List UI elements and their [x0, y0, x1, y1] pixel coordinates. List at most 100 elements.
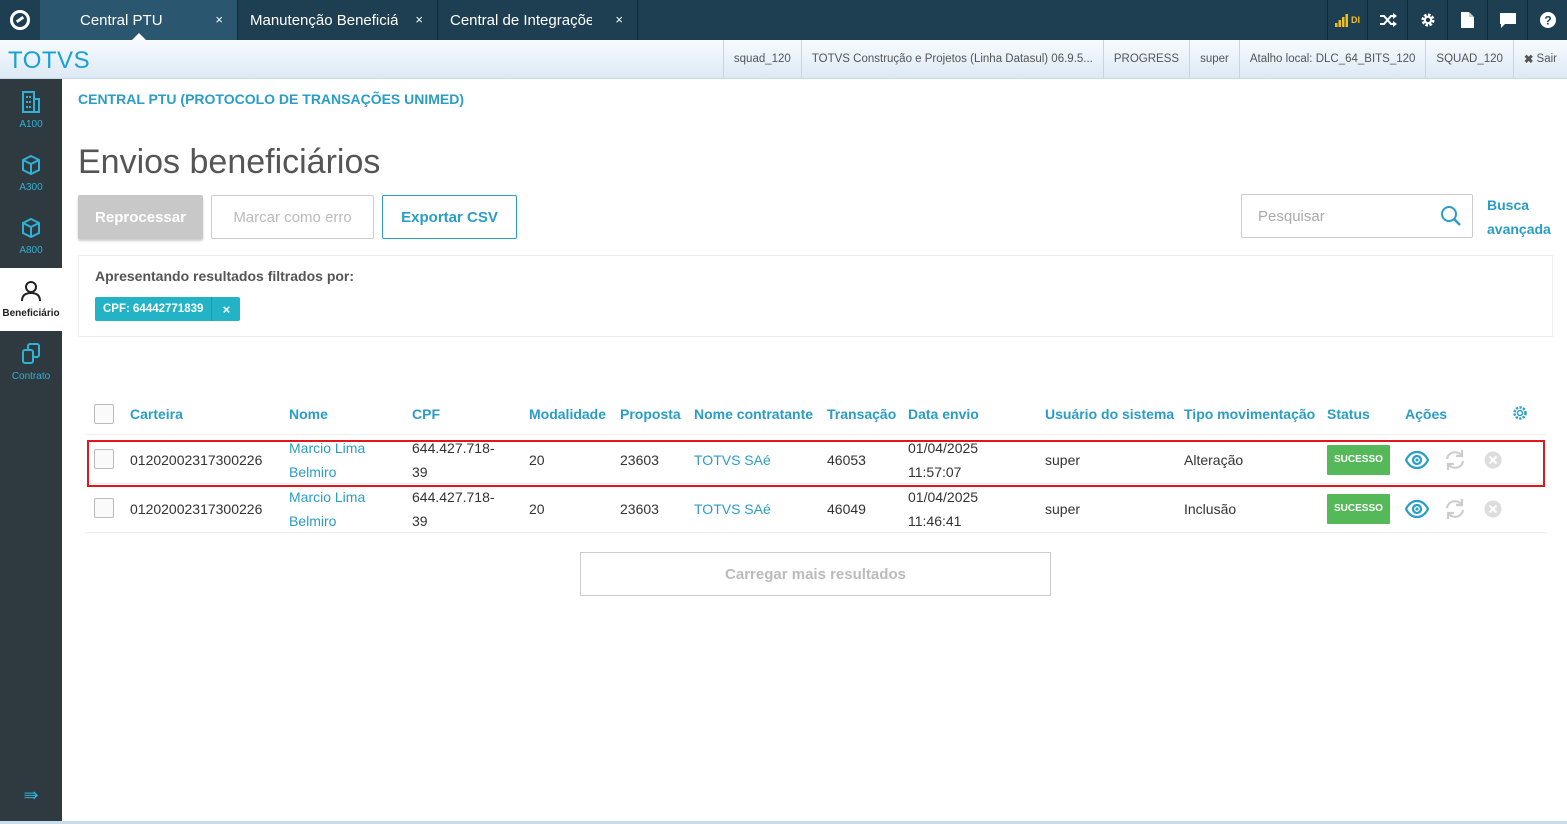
tab-central-integracoes[interactable]: Central de Integrações × — [438, 0, 638, 40]
export-csv-button[interactable]: Exportar CSV — [382, 195, 517, 239]
column-header[interactable]: CPF — [412, 406, 440, 422]
signal-text: DI — [1351, 15, 1360, 25]
close-icon[interactable]: × — [211, 297, 240, 321]
shuffle-icon[interactable] — [1367, 0, 1407, 40]
help-icon[interactable]: ? — [1527, 0, 1567, 40]
sidebar-item-a800[interactable]: A800 — [0, 205, 62, 268]
search-box — [1241, 194, 1473, 238]
table-row[interactable]: 01202002317300226 Marcio Lima Belmiro 64… — [86, 435, 1546, 484]
data-envio-date: 01/04/2025 — [908, 488, 979, 505]
search-input[interactable] — [1242, 195, 1422, 237]
top-tab-bar: Central PTU × Manutenção Beneficiá × Cen… — [0, 0, 1567, 40]
column-header[interactable]: Transação — [827, 406, 896, 422]
column-header[interactable]: Tipo movimentação — [1184, 406, 1315, 422]
nome-line-2: Belmiro — [289, 463, 337, 480]
tab-label: Manutenção Beneficiá — [250, 11, 399, 29]
brand-logo: TOTVS — [8, 47, 91, 74]
transacao-cell: 46049 — [827, 500, 866, 517]
modalidade-cell: 20 — [529, 451, 545, 468]
status-badge: SUCESSO — [1327, 444, 1390, 475]
close-icon[interactable]: × — [615, 12, 623, 27]
tab-label: Central PTU — [80, 11, 163, 29]
user-icon — [21, 281, 41, 302]
sidebar-item-label: A300 — [19, 182, 43, 193]
column-header[interactable]: Data envio — [908, 406, 979, 422]
column-header[interactable]: Nome contratante — [694, 406, 813, 422]
column-header[interactable]: Nome — [289, 406, 328, 422]
cpf-line-2: 39 — [412, 512, 428, 529]
tab-label: Central de Integrações — [450, 11, 592, 29]
cancel-icon[interactable] — [1483, 499, 1503, 519]
column-header[interactable]: Modalidade — [529, 406, 606, 422]
tab-central-ptu[interactable]: Central PTU × — [40, 0, 238, 40]
tab-manutencao-beneficiario[interactable]: Manutenção Beneficiá × — [238, 0, 438, 40]
filter-panel: Apresentando resultados filtrados por: C… — [78, 255, 1553, 337]
advanced-search-label-2: avançada — [1487, 221, 1551, 237]
document-icon[interactable] — [1447, 0, 1487, 40]
mark-error-button[interactable]: Marcar como erro — [211, 195, 374, 239]
cpf-cell: 644.427.718- 39 — [412, 435, 495, 484]
database-label: PROGRESS — [1102, 40, 1189, 78]
data-envio-cell: 01/04/2025 11:46:41 — [908, 484, 978, 533]
table-row[interactable]: 01202002317300226 Marcio Lima Belmiro 64… — [86, 484, 1546, 533]
eye-icon[interactable] — [1405, 497, 1429, 521]
contratante-link[interactable]: TOTVS SAé — [694, 484, 771, 533]
reprocess-button[interactable]: Reprocessar — [78, 195, 203, 239]
sidebar-item-a100[interactable]: A100 — [0, 79, 62, 142]
transacao-cell: 46053 — [827, 451, 866, 468]
select-all-checkbox[interactable] — [94, 404, 114, 424]
eye-icon[interactable] — [1405, 448, 1429, 472]
copy-icon — [22, 343, 40, 364]
data-envio-time: 11:46:41 — [908, 512, 962, 529]
nome-link[interactable]: Marcio Lima Belmiro — [289, 435, 365, 484]
reprocess-icon[interactable] — [1443, 448, 1467, 472]
close-icon: ✖ — [1523, 54, 1534, 66]
contratante-link[interactable]: TOTVS SAé — [694, 435, 771, 484]
advanced-search-link[interactable]: Busca avançada — [1487, 193, 1557, 241]
exit-button[interactable]: ✖ Sair — [1512, 40, 1567, 78]
reprocess-icon[interactable] — [1443, 497, 1467, 521]
gear-icon[interactable] — [1512, 405, 1528, 421]
sidebar-item-a300[interactable]: A300 — [0, 142, 62, 205]
sidebar-item-contrato[interactable]: Contrato — [0, 331, 62, 394]
svg-text:?: ? — [1544, 14, 1551, 28]
cancel-icon[interactable] — [1483, 450, 1503, 470]
search-icon[interactable] — [1440, 205, 1462, 227]
column-header: Ações — [1405, 406, 1448, 422]
data-envio-cell: 01/04/2025 11:57:07 — [908, 435, 978, 484]
nome-line-1: Marcio Lima — [289, 439, 366, 456]
close-icon[interactable]: × — [415, 12, 423, 27]
column-header[interactable]: Proposta — [620, 406, 681, 422]
main-content: CENTRAL PTU (PROTOCOLO DE TRANSAÇÕES UNI… — [62, 79, 1567, 824]
modalidade-cell: 20 — [529, 500, 545, 517]
filter-chip-label: CPF: 64442771839 — [103, 303, 204, 315]
data-envio-date: 01/04/2025 — [908, 439, 979, 456]
usuario-cell: super — [1045, 500, 1081, 517]
chat-icon[interactable] — [1487, 0, 1527, 40]
column-header[interactable]: Status — [1327, 406, 1370, 422]
squad-upper-label: SQUAD_120 — [1425, 40, 1512, 78]
nome-link[interactable]: Marcio Lima Belmiro — [289, 484, 365, 533]
column-header[interactable]: Usuário do sistema — [1045, 406, 1174, 422]
status-cell: SUCESSO — [1327, 435, 1390, 484]
cpf-line-1: 644.427.718- — [412, 488, 495, 505]
sidebar-item-label: A800 — [19, 245, 43, 256]
close-icon[interactable]: × — [215, 12, 223, 27]
row-checkbox[interactable] — [94, 498, 114, 518]
product-label: TOTVS Construção e Projetos (Linha Datas… — [800, 40, 1103, 78]
advanced-search-label-1: Busca — [1487, 197, 1530, 213]
carteira-cell: 01202002317300226 — [130, 500, 263, 517]
signal-bars-icon[interactable]: DI — [1327, 0, 1367, 40]
sidebar-item-beneficiario[interactable]: Beneficiário — [0, 268, 62, 331]
totvs-logo-icon[interactable] — [0, 0, 40, 40]
load-more-button[interactable]: Carregar mais resultados — [580, 552, 1051, 596]
active-tab-pointer — [131, 33, 146, 40]
session-info: squad_120 TOTVS Construção e Projetos (L… — [722, 40, 1567, 78]
breadcrumb[interactable]: CENTRAL PTU (PROTOCOLO DE TRANSAÇÕES UNI… — [78, 91, 464, 107]
user-label: super — [1189, 40, 1239, 78]
gear-icon[interactable] — [1407, 0, 1447, 40]
row-checkbox[interactable] — [94, 449, 114, 469]
status-badge: SUCESSO — [1327, 493, 1390, 524]
column-header[interactable]: Carteira — [130, 406, 183, 422]
collapse-menu-icon[interactable]: ⇛ — [0, 785, 62, 806]
